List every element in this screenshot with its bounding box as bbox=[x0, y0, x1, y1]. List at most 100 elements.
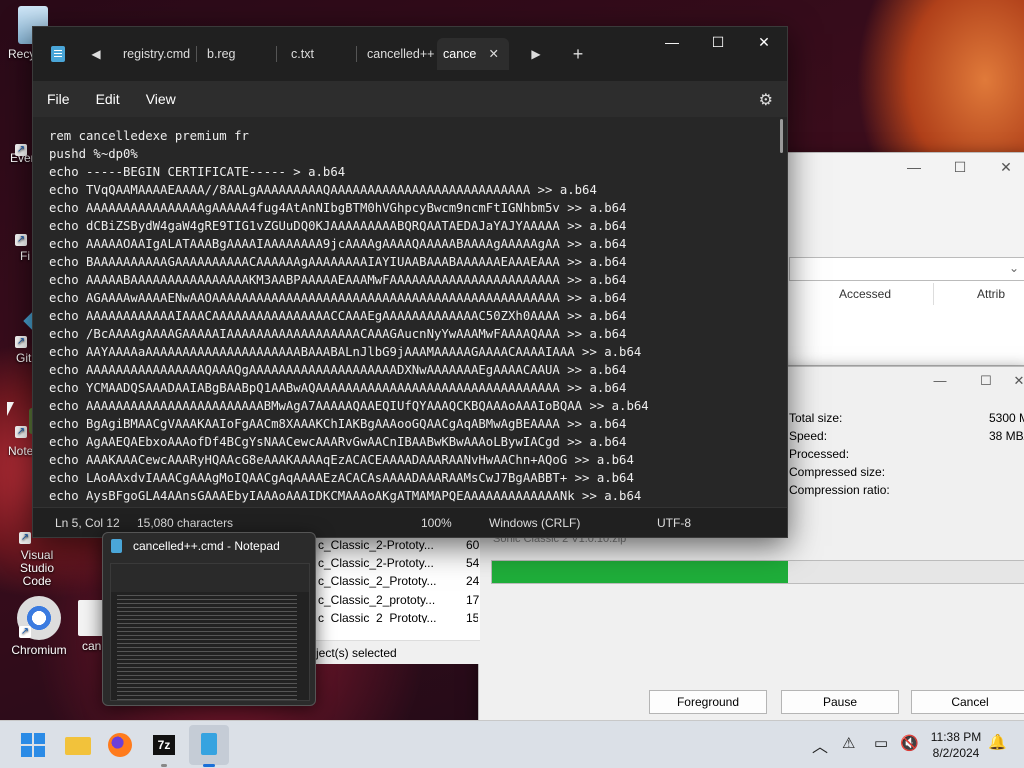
text-editor[interactable]: rem cancelledexe premium fr pushd %~dp0% e… bbox=[33, 117, 787, 509]
editor-line: pushd %~dp0% bbox=[49, 147, 138, 161]
close-icon[interactable]: ✕ bbox=[983, 159, 1024, 176]
close-icon[interactable]: ✕ bbox=[741, 27, 787, 59]
settings-gear-icon[interactable]: ⚙ bbox=[759, 90, 773, 110]
column-header-accessed[interactable]: Accessed bbox=[839, 287, 891, 301]
notepad-taskbar-icon[interactable] bbox=[189, 725, 229, 767]
minimize-icon[interactable]: — bbox=[649, 27, 695, 59]
start-button[interactable] bbox=[17, 729, 49, 761]
tab-scroll-left-icon[interactable]: ◀ bbox=[79, 47, 113, 61]
editor-line: echo AAAKAAACewcAAARyHQAAcG8eAAAKAAAAqEz… bbox=[49, 453, 634, 467]
editor-line: echo AGAAAAwAAAAENwAAOAAAAAAAAAAAAAAAAAA… bbox=[49, 291, 627, 305]
firefox-icon[interactable] bbox=[104, 729, 136, 761]
editor-line: echo AAAAAAAAAAAAAAAAAAAAAAAABMwAgA7AAAA… bbox=[49, 399, 649, 413]
chevron-down-icon[interactable]: ⌄ bbox=[1009, 261, 1019, 275]
status-character-count: 15,080 characters bbox=[137, 515, 234, 530]
cancel-button[interactable]: Cancel bbox=[911, 690, 1024, 714]
file-row[interactable]: c_Classic_2_Prototy... 15 bbox=[318, 609, 478, 623]
desktop-icon-chromium[interactable]: ↗ Chromium bbox=[6, 596, 72, 657]
status-cursor-position: Ln 5, Col 12 bbox=[55, 515, 120, 530]
file-row[interactable]: c_Classic_2-Prototy... 60 bbox=[318, 536, 479, 554]
status-encoding[interactable]: UTF-8 bbox=[657, 516, 691, 530]
foreground-button[interactable]: Foreground bbox=[649, 690, 767, 714]
status-zoom[interactable]: 100% bbox=[421, 516, 452, 530]
notepad-window: ◀ registry.cmd b.reg c.txt cancelled++ c… bbox=[32, 26, 788, 538]
display-icon[interactable]: ▭ bbox=[874, 734, 888, 752]
network-icon[interactable]: ⚠ bbox=[842, 734, 855, 752]
sevenzip-icon[interactable]: 7z bbox=[148, 729, 180, 767]
clock-time: 11:38 PM bbox=[930, 730, 982, 744]
editor-line: echo AAYAAAAaAAAAAAAAAAAAAAAAAAAAABAAABA… bbox=[49, 345, 642, 359]
file-row[interactable]: c_Classic_2_Prototy... 24 bbox=[318, 572, 479, 590]
explorer-window: — ☐ ✕ ⌄ Accessed Attrib bbox=[760, 152, 1024, 366]
stat-label-compression-ratio: Compression ratio: bbox=[789, 483, 890, 497]
editor-line: echo AAAAAOAAIgALATAAABgAAAAIAAAAAAAA9jc… bbox=[49, 237, 627, 251]
close-icon[interactable]: ✕ bbox=[1009, 373, 1024, 389]
menu-file[interactable]: File bbox=[47, 91, 70, 107]
chromium-icon: ↗ bbox=[17, 596, 61, 640]
column-header-attrib[interactable]: Attrib bbox=[977, 287, 1005, 301]
windows-logo-icon bbox=[21, 733, 45, 757]
tab-cance-active[interactable]: cance ✕ bbox=[437, 38, 509, 70]
editor-line: echo -----BEGIN CERTIFICATE----- > a.b64 bbox=[49, 165, 346, 179]
chevron-up-icon[interactable]: ︿ bbox=[812, 733, 828, 757]
stat-label-compressed-size: Compressed size: bbox=[789, 465, 886, 479]
sevenzip-label: 7z bbox=[153, 735, 175, 755]
taskbar-thumbnail-preview[interactable]: cancelled++.cmd - Notepad bbox=[102, 532, 316, 706]
minimize-icon[interactable]: — bbox=[891, 159, 937, 176]
editor-line: echo LAoAAxdvIAAACgAAAgMoIQAACgAqAAAAEzA… bbox=[49, 471, 634, 485]
stat-label-processed: Processed: bbox=[789, 447, 850, 461]
file-list-status: ject(s) selected bbox=[312, 640, 480, 664]
tab-c-txt[interactable]: c.txt bbox=[277, 38, 357, 70]
file-explorer-icon[interactable] bbox=[61, 729, 93, 761]
maximize-icon[interactable]: ☐ bbox=[963, 373, 1009, 389]
minimize-icon[interactable]: — bbox=[917, 373, 963, 389]
desktop-icon-label: Visual Studio Code bbox=[19, 548, 55, 588]
tab-scroll-right-icon[interactable]: ▶ bbox=[519, 47, 553, 61]
menu-edit[interactable]: Edit bbox=[96, 91, 120, 107]
explorer-caption: — ☐ ✕ bbox=[891, 159, 1024, 176]
editor-line: echo AgAAEQAEbxoAAAofDf4BCgYsNAACewcAAAR… bbox=[49, 435, 627, 449]
editor-lines: rem cancelledexe premium fr pushd %~dp0% e… bbox=[49, 127, 649, 509]
progress-bar bbox=[491, 560, 1024, 584]
new-tab-icon[interactable]: + bbox=[561, 44, 595, 65]
editor-line: echo AAAAAAAAAAAAAAAAQAAAQgAAAAAAAAAAAAA… bbox=[49, 363, 627, 377]
editor-line: echo AysBFgoGLA4AAnsGAAAEbyIAAAoAAAIDKCM… bbox=[49, 489, 642, 503]
tab-cancelled-plus[interactable]: cancelled++ bbox=[357, 38, 437, 70]
tab-bar: ◀ registry.cmd b.reg c.txt cancelled++ c… bbox=[33, 27, 787, 81]
explorer-address[interactable] bbox=[789, 257, 1024, 281]
menu-view[interactable]: View bbox=[146, 91, 176, 107]
file-row[interactable]: c_Classic_2_prototy... 17 bbox=[318, 591, 479, 609]
menu-bar: File Edit View ⚙ bbox=[33, 81, 787, 117]
stat-label-speed: Speed: bbox=[789, 429, 828, 443]
tab-registry-cmd[interactable]: registry.cmd bbox=[113, 38, 197, 70]
taskbar: 7z ︿ ⚠ ▭ 🔇 11:38 PM 8/2/2024 🔔 bbox=[0, 720, 1024, 768]
close-tab-icon[interactable]: ✕ bbox=[489, 38, 499, 70]
preview-thumbnail bbox=[110, 563, 310, 701]
notepad-app-icon bbox=[51, 46, 65, 62]
editor-line: echo BgAgiBMAACgVAAAKAAIoFgAACm8XAAAKChI… bbox=[49, 417, 627, 431]
pause-button[interactable]: Pause bbox=[781, 690, 899, 714]
volume-icon[interactable]: 🔇 bbox=[900, 734, 919, 752]
maximize-icon[interactable]: ☐ bbox=[937, 159, 983, 176]
explorer-list: Accessed Attrib bbox=[789, 281, 1024, 365]
clock[interactable]: 11:38 PM 8/2/2024 bbox=[924, 729, 988, 761]
zip-caption: — ☐ ✕ bbox=[917, 373, 1024, 389]
progress-bar-fill bbox=[492, 561, 788, 583]
stat-label-total-size: Total size: bbox=[789, 411, 843, 425]
tab-b-reg[interactable]: b.reg bbox=[197, 38, 277, 70]
maximize-icon[interactable]: ☐ bbox=[695, 27, 741, 59]
vertical-scrollbar[interactable] bbox=[780, 119, 783, 153]
notification-bell-icon[interactable]: 🔔 bbox=[988, 733, 1007, 751]
editor-line: echo YCMAADQSAAADAAIABgBAABpQ1AABwAQAAAA… bbox=[49, 381, 627, 395]
editor-line: rem cancelledexe premium fr bbox=[49, 129, 249, 143]
mouse-cursor-icon bbox=[7, 402, 14, 416]
stat-value-total-size: 5300 M bbox=[989, 411, 1024, 425]
column-divider bbox=[933, 283, 934, 305]
editor-line: echo dCBiZSBydW4gaW4gRE9TIG1vZGUuDQ0KJAA… bbox=[49, 219, 627, 233]
editor-line: echo AAAAAAAAAAAAIAAACAAAAAAAAAAAAAAAACC… bbox=[49, 309, 627, 323]
file-row[interactable]: c_Classic_2-Prototy... 54 bbox=[318, 554, 479, 572]
preview-title: cancelled++.cmd - Notepad bbox=[133, 539, 280, 553]
stat-value-speed: 38 MB/ bbox=[989, 429, 1024, 443]
status-line-ending[interactable]: Windows (CRLF) bbox=[489, 516, 580, 530]
window-caption-buttons: — ☐ ✕ bbox=[649, 27, 787, 59]
